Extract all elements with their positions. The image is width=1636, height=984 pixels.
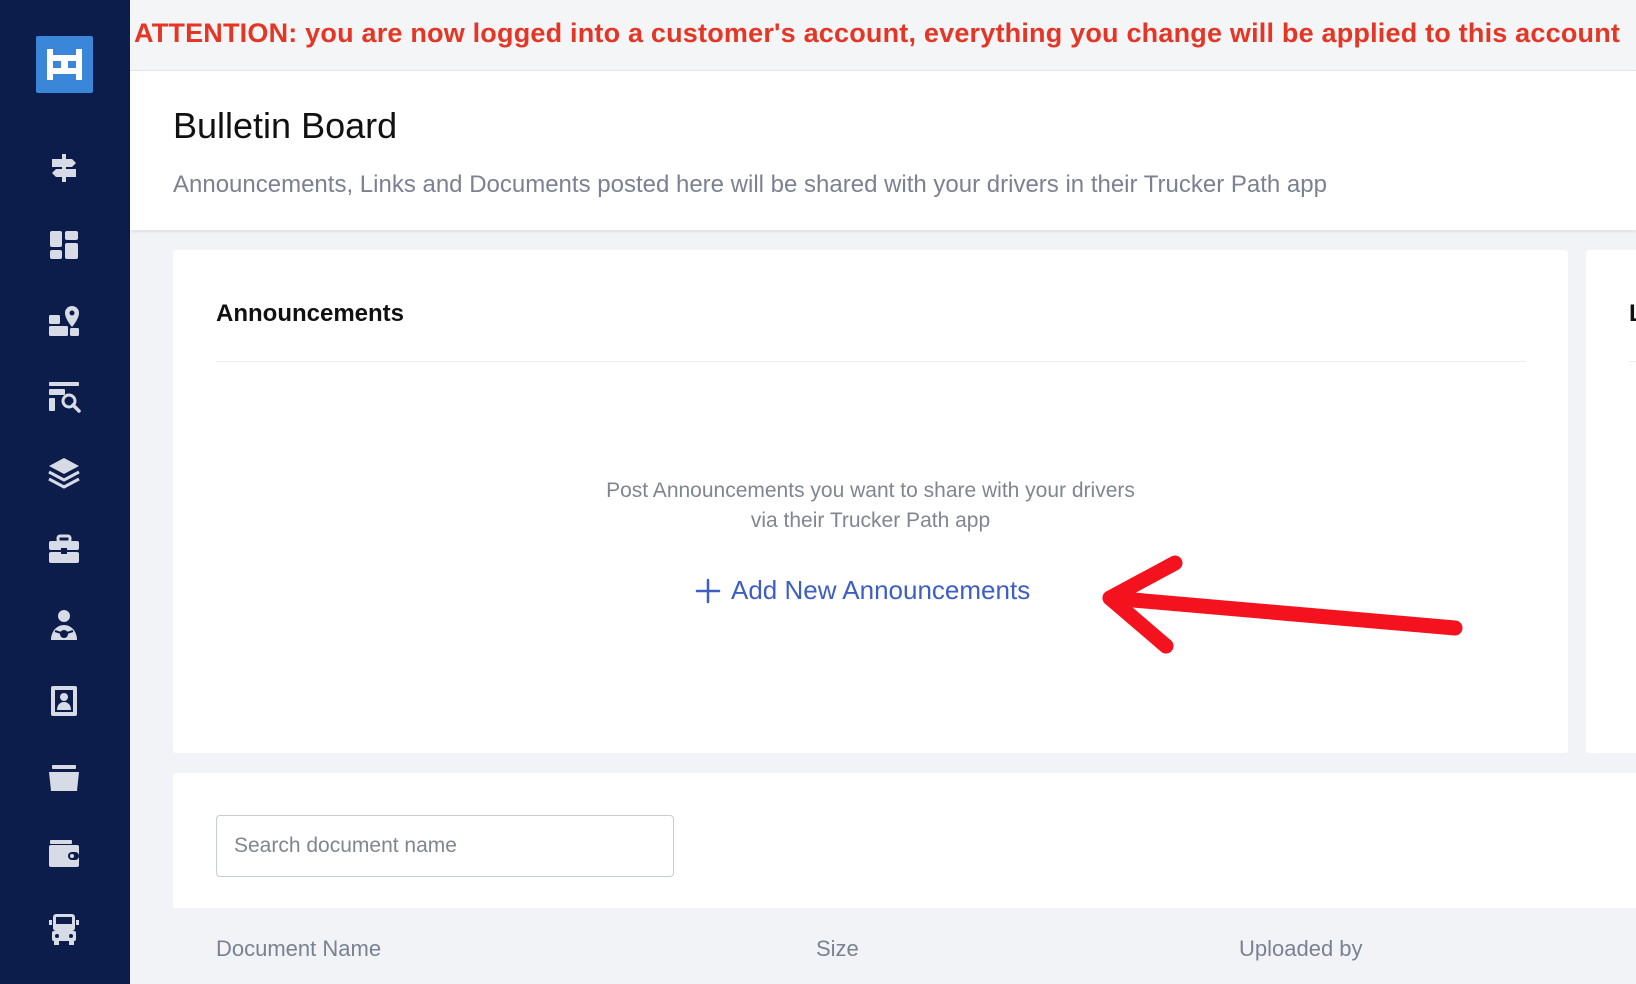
nav-item-wallet[interactable] xyxy=(44,833,84,873)
empty-state-line-1: Post Announcements you want to share wit… xyxy=(606,479,1135,502)
plus-icon xyxy=(695,578,721,603)
dashboard-icon xyxy=(50,231,78,259)
announcements-title: Announcements xyxy=(216,300,405,327)
nav-item-contacts[interactable] xyxy=(44,681,84,721)
signpost-icon xyxy=(52,154,76,182)
page-subtitle: Announcements, Links and Documents poste… xyxy=(173,171,1327,198)
announcements-empty-state: Post Announcements you want to share wit… xyxy=(173,476,1568,536)
sidebar xyxy=(0,0,130,984)
nav-item-drivers[interactable] xyxy=(44,605,84,645)
nav-item-routes[interactable] xyxy=(44,148,84,188)
nav-item-jobs[interactable] xyxy=(44,529,84,569)
contact-card-icon xyxy=(51,686,77,716)
divider xyxy=(216,361,1526,362)
links-card: L xyxy=(1586,250,1636,753)
empty-state-line-2: via their Trucker Path app xyxy=(750,509,991,532)
layers-icon xyxy=(48,458,80,489)
folder-icon xyxy=(49,765,79,791)
add-new-announcements-button[interactable]: Add New Announcements xyxy=(695,575,1030,606)
wallet-icon xyxy=(49,840,79,867)
documents-table-header: Document Name Size Uploaded by xyxy=(173,908,1636,984)
nav-item-map[interactable] xyxy=(44,301,84,341)
truck-icon xyxy=(49,914,79,945)
map-location-icon xyxy=(49,306,79,336)
nav-item-load-search[interactable] xyxy=(44,377,84,417)
logo-icon xyxy=(47,49,82,80)
attention-banner: ATTENTION: you are now logged into a cus… xyxy=(130,0,1636,71)
search-list-icon xyxy=(49,382,81,413)
add-new-announcements-label: Add New Announcements xyxy=(731,575,1031,605)
search-document-input[interactable] xyxy=(216,815,674,877)
column-header-document-name[interactable]: Document Name xyxy=(216,936,381,962)
page-title: Bulletin Board xyxy=(173,105,398,146)
page-header: Bulletin Board Announcements, Links and … xyxy=(130,71,1636,230)
column-header-size[interactable]: Size xyxy=(816,936,859,962)
nav-item-layers[interactable] xyxy=(44,453,84,493)
nav-item-dashboard[interactable] xyxy=(44,225,84,265)
divider xyxy=(1629,361,1636,362)
app-logo[interactable] xyxy=(36,36,93,93)
driver-icon xyxy=(51,610,77,640)
documents-panel xyxy=(173,773,1636,908)
briefcase-icon xyxy=(49,534,79,563)
nav-item-documents[interactable] xyxy=(44,757,84,797)
nav-item-fleet[interactable] xyxy=(44,909,84,949)
links-card-title: L xyxy=(1629,300,1636,328)
attention-text: ATTENTION: you are now logged into a cus… xyxy=(134,18,1621,48)
announcements-card: Announcements Post Announcements you wan… xyxy=(173,250,1568,753)
column-header-uploaded-by[interactable]: Uploaded by xyxy=(1239,936,1363,962)
